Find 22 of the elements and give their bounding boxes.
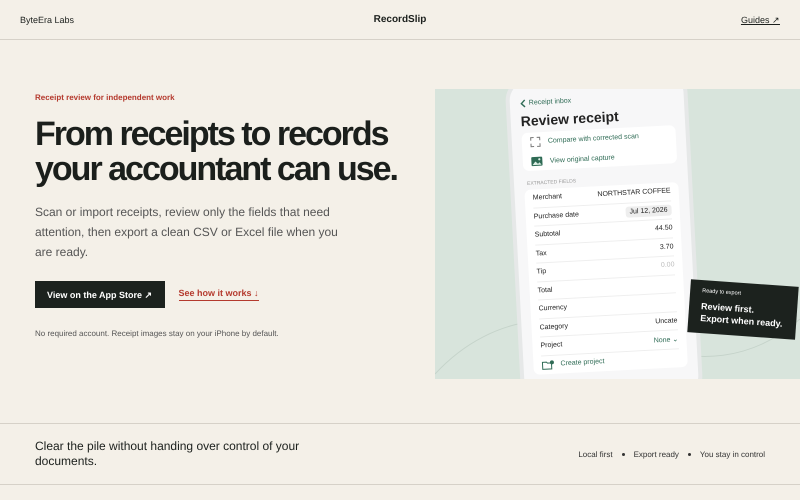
how-it-works-link[interactable]: See how it works ↓	[178, 288, 259, 301]
bullet-icon	[622, 452, 625, 456]
back-chevron-icon	[520, 98, 526, 108]
guides-link[interactable]: Guides ↗	[660, 14, 780, 24]
image-icon	[530, 156, 544, 167]
screen-title: Review receipt	[520, 107, 620, 130]
product-name: RecordSlip	[374, 14, 426, 25]
feature-point: Local first	[578, 450, 613, 458]
callout-text: Review first.	[700, 300, 756, 315]
callout-text: Export when ready.	[700, 313, 784, 330]
hero-headline: From receipts to records your accountant can use.	[35, 117, 398, 187]
folder-plus-icon	[541, 359, 555, 370]
hero-description: Scan or import receipts, review only the fields that need attention, then export a clean CSV or Excel file when you are ready.	[35, 204, 339, 261]
privacy-note: No required account. Receipt images stay on your iPhone by default.	[35, 329, 280, 338]
app-store-button[interactable]: View on the App Store ↗	[35, 281, 165, 308]
bullet-icon	[688, 452, 691, 456]
scan-frame-icon	[530, 136, 542, 148]
company-name: ByteEra Labs	[20, 14, 76, 24]
feature-point: Export ready	[634, 450, 679, 458]
footer-tagline: Clear the pile without handing over control of your documents.	[35, 439, 300, 469]
hero-eyebrow: Receipt review for independent work	[35, 93, 176, 102]
feature-point: You stay in control	[700, 450, 765, 458]
